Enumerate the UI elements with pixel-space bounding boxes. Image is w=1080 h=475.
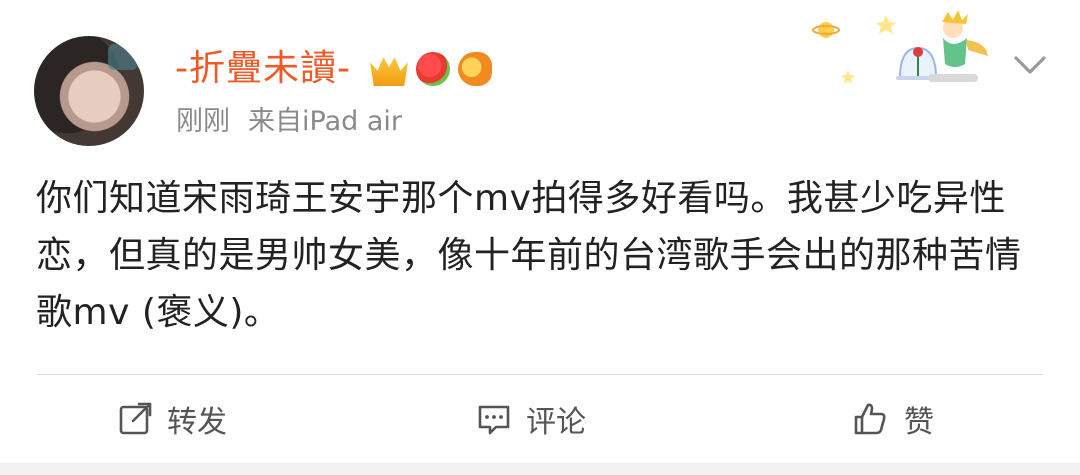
like-label: 赞: [904, 405, 934, 440]
like-button[interactable]: 赞: [850, 380, 934, 458]
repost-button[interactable]: 转发: [117, 380, 227, 458]
repost-label: 转发: [167, 405, 227, 440]
post-meta: 刚刚 来自iPad air: [176, 104, 402, 140]
repost-icon: [119, 402, 152, 435]
crown-badge-icon[interactable]: [370, 57, 408, 86]
user-badges: [370, 48, 492, 90]
comment-label: 评论: [526, 405, 586, 440]
comment-icon: [478, 405, 510, 435]
rooster-badge-icon[interactable]: [416, 52, 450, 86]
avatar[interactable]: [34, 36, 144, 146]
comment-button[interactable]: 评论: [476, 380, 586, 458]
bottom-spacer: [0, 463, 1080, 475]
username[interactable]: -折疊未讀-: [175, 45, 351, 93]
post-time: 刚刚: [176, 106, 230, 137]
post-source: 来自iPad air: [248, 106, 402, 137]
little-prince-decoration-icon: [812, 10, 988, 84]
like-icon: [854, 403, 886, 435]
fish-badge-icon[interactable]: [458, 52, 492, 86]
post-text: 你们知道宋雨琦王安宇那个mv拍得多好看吗。我甚少吃异性恋，但真的是男帅女美，像十…: [36, 178, 1022, 333]
action-bar: 转发 评论 赞: [0, 380, 1080, 458]
divider: [36, 374, 1044, 375]
chevron-down-icon[interactable]: [1010, 46, 1050, 82]
